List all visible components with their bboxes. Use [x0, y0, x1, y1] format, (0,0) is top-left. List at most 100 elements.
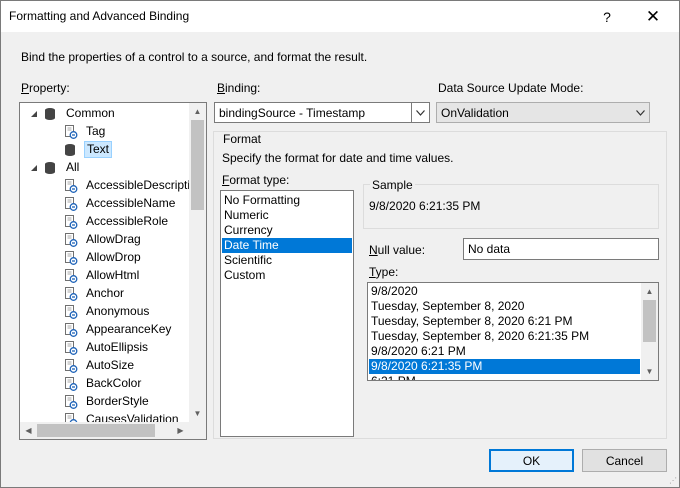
tree-item-label: AllowDrop [86, 250, 141, 264]
format-type-item[interactable]: Custom [222, 268, 352, 283]
binding-value: bindingSource - Timestamp [219, 106, 366, 120]
link-icon [64, 232, 78, 247]
tree-item-label: All [66, 160, 80, 174]
binding-label: Binding: [217, 81, 261, 95]
tree-item-label: AllowHtml [86, 268, 140, 282]
tree-item-common[interactable]: Common [28, 105, 117, 122]
ok-button[interactable]: OK [489, 449, 574, 472]
link-icon [64, 394, 78, 409]
link-icon [64, 376, 78, 391]
tree-scroll-thumb[interactable] [191, 120, 204, 210]
tree-item-label: Anonymous [86, 304, 150, 318]
link-icon [64, 268, 78, 283]
tree-item-allowdrop[interactable]: AllowDrop [64, 249, 143, 266]
link-icon [64, 358, 78, 373]
tree-item-label: AllowDrag [86, 232, 141, 246]
database-icon [44, 161, 58, 175]
tree-item-anonymous[interactable]: Anonymous [64, 303, 151, 320]
link-icon [64, 286, 78, 301]
property-label: Property: [21, 81, 70, 95]
tree-item-label: BorderStyle [86, 394, 149, 408]
type-item[interactable]: 9/8/2020 6:21 PM [369, 344, 640, 359]
format-type-item[interactable]: Scientific [222, 253, 352, 268]
tree-item-allowhtml[interactable]: AllowHtml [64, 267, 141, 284]
resize-grip-icon[interactable]: ⋰ [669, 476, 677, 485]
database-icon [44, 107, 58, 121]
dialog-description: Bind the properties of a control to a so… [21, 50, 368, 64]
type-item[interactable]: 9/8/2020 6:21:35 PM [369, 359, 640, 374]
type-item[interactable]: Tuesday, September 8, 2020 6:21:35 PM [369, 329, 640, 344]
format-hint: Specify the format for date and time val… [222, 151, 454, 165]
link-icon [64, 340, 78, 355]
tree-item-label: AutoSize [86, 358, 135, 372]
tree-item-accessibledescriptic[interactable]: AccessibleDescriptic [64, 177, 198, 194]
format-type-item[interactable]: No Formatting [222, 193, 352, 208]
collapse-icon[interactable] [28, 108, 40, 120]
link-icon [64, 304, 78, 319]
link-icon [64, 124, 78, 139]
scroll-down-icon[interactable]: ▼ [189, 405, 206, 422]
tree-item-accessiblerole[interactable]: AccessibleRole [64, 213, 170, 230]
chevron-down-icon[interactable] [411, 103, 429, 122]
tree-item-all[interactable]: All [28, 159, 81, 176]
null-value-label: Null value: [369, 243, 426, 257]
format-type-list[interactable]: No Formatting Numeric Currency Date Time Sci… [220, 190, 354, 437]
cancel-button[interactable]: Cancel [582, 449, 667, 472]
update-mode-label: Data Source Update Mode: [438, 81, 584, 95]
type-item[interactable]: Tuesday, September 8, 2020 6:21 PM [369, 314, 640, 329]
type-list-label: Type: [369, 265, 399, 279]
format-type-item[interactable]: Date Time [222, 238, 352, 253]
title-bar: Formatting and Advanced Binding ? ✕ [1, 1, 679, 32]
scroll-corner [189, 422, 206, 439]
scroll-left-icon[interactable]: ◀ [20, 422, 37, 439]
type-list-scrollbar[interactable]: ▲ ▼ [641, 283, 658, 380]
binding-combobox[interactable]: bindingSource - Timestamp [214, 102, 430, 123]
collapse-icon[interactable] [28, 162, 40, 174]
tree-item-label: BackColor [86, 376, 142, 390]
link-icon [64, 322, 78, 337]
tree-item-tag[interactable]: Tag [64, 123, 107, 140]
type-list[interactable]: 9/8/2020 Tuesday, September 8, 2020 Tuesda… [367, 282, 659, 381]
tree-item-anchor[interactable]: Anchor [64, 285, 126, 302]
format-type-label: Format type: [222, 173, 290, 187]
tree-horizontal-scrollbar[interactable]: ◀ ▶ [20, 422, 189, 439]
sample-value: 9/8/2020 6:21:35 PM [369, 199, 481, 213]
dialog-window: Formatting and Advanced Binding ? ✕ Bind… [0, 0, 680, 488]
tree-hscroll-thumb[interactable] [37, 424, 155, 437]
tree-item-autosize[interactable]: AutoSize [64, 357, 136, 374]
sample-title: Sample [370, 178, 415, 192]
database-icon [64, 143, 78, 157]
null-value-input[interactable]: No data [463, 238, 659, 260]
property-tree[interactable]: Common Tag Text All AccessibleDescriptic Acce… [19, 102, 207, 440]
scroll-right-icon[interactable]: ▶ [172, 422, 189, 439]
scroll-up-icon[interactable]: ▲ [189, 103, 206, 120]
scroll-up-icon[interactable]: ▲ [641, 283, 658, 300]
close-button[interactable]: ✕ [631, 1, 675, 32]
link-icon [64, 250, 78, 265]
tree-item-label: Anchor [86, 286, 125, 300]
type-item[interactable]: 9/8/2020 [369, 284, 640, 299]
tree-item-text[interactable]: Text [64, 141, 113, 158]
tree-vertical-scrollbar[interactable]: ▲ ▼ [189, 103, 206, 422]
tree-item-autoellipsis[interactable]: AutoEllipsis [64, 339, 150, 356]
tree-item-label: AccessibleDescriptic [86, 178, 197, 192]
tree-item-backcolor[interactable]: BackColor [64, 375, 143, 392]
update-mode-combobox[interactable]: OnValidation [436, 102, 650, 123]
link-icon [64, 178, 78, 193]
tree-item-appearancekey[interactable]: AppearanceKey [64, 321, 173, 338]
link-icon [64, 214, 78, 229]
chevron-down-icon[interactable] [632, 103, 649, 122]
tree-item-accessiblename[interactable]: AccessibleName [64, 195, 177, 212]
format-type-item[interactable]: Numeric [222, 208, 352, 223]
tree-item-borderstyle[interactable]: BorderStyle [64, 393, 151, 410]
type-item[interactable]: 6:21 PM [369, 374, 640, 380]
scroll-down-icon[interactable]: ▼ [641, 363, 658, 380]
type-item[interactable]: Tuesday, September 8, 2020 [369, 299, 640, 314]
tree-item-label: Common [66, 106, 115, 120]
help-button[interactable]: ? [585, 1, 629, 32]
update-mode-value: OnValidation [441, 106, 509, 120]
tree-item-allowdrag[interactable]: AllowDrag [64, 231, 143, 248]
format-type-item[interactable]: Currency [222, 223, 352, 238]
type-list-scroll-thumb[interactable] [643, 300, 656, 342]
tree-item-label: AccessibleRole [86, 214, 169, 228]
